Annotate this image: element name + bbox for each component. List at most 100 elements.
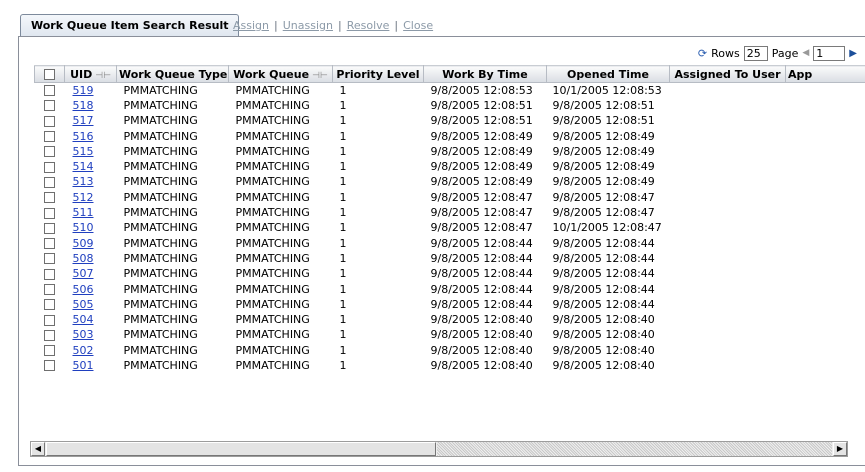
column-header-work-queue[interactable]: Work Queue ⊣⊢ [228, 65, 333, 83]
row-checkbox[interactable] [44, 131, 55, 143]
uid-link[interactable]: 505 [73, 298, 94, 311]
uid-link[interactable]: 513 [73, 175, 94, 188]
work-by-time-cell: 9/8/2005 12:08:44 [430, 297, 533, 311]
uid-link[interactable]: 511 [73, 206, 94, 219]
uid-link[interactable]: 504 [73, 313, 94, 326]
uid-cell: 510 [65, 220, 117, 235]
row-checkbox[interactable] [44, 253, 55, 265]
next-page-icon[interactable]: ▶ [849, 48, 857, 59]
uid-cell: 502 [65, 343, 117, 358]
app-cell [786, 266, 865, 281]
column-header-priority-level[interactable]: Priority Level [332, 65, 424, 83]
work-queue-type-cell: PMMATCHING [123, 206, 198, 220]
row-checkbox[interactable] [44, 161, 55, 173]
uid-link[interactable]: 518 [73, 99, 94, 112]
row-checkbox[interactable] [44, 299, 55, 311]
scroll-thumb[interactable] [46, 442, 436, 456]
resolve-link[interactable]: Resolve [347, 19, 390, 32]
column-header-work-by-time[interactable]: Work By Time [423, 65, 547, 83]
row-checkbox[interactable] [44, 115, 55, 127]
assigned-user-cell [670, 128, 786, 143]
app-cell [786, 83, 865, 98]
work-by-time-cell: 9/8/2005 12:08:53 [430, 83, 533, 97]
uid-link[interactable]: 509 [73, 237, 94, 250]
uid-link[interactable]: 519 [73, 84, 94, 97]
scroll-left-icon[interactable]: ◀ [31, 442, 45, 456]
uid-link[interactable]: 517 [73, 114, 94, 127]
uid-link[interactable]: 516 [73, 130, 94, 143]
work-queue-type-cell: PMMATCHING [123, 221, 198, 235]
uid-link[interactable]: 515 [73, 145, 94, 158]
row-checkbox[interactable] [44, 176, 55, 188]
row-checkbox[interactable] [44, 238, 55, 250]
opened-time-cell: 10/1/2005 12:08:47 [552, 221, 662, 235]
horizontal-scrollbar[interactable]: ◀ ▶ [30, 441, 848, 457]
work-by-time-cell: 9/8/2005 12:08:47 [430, 206, 533, 220]
row-select-cell [35, 128, 65, 143]
row-checkbox[interactable] [44, 192, 55, 204]
rows-label: Rows [711, 46, 740, 60]
work-queue-cell: PMMATCHING [235, 282, 310, 296]
uid-link[interactable]: 506 [73, 283, 94, 296]
uid-link[interactable]: 501 [73, 359, 94, 372]
column-header-work-queue-type[interactable]: Work Queue Type⊣⊢ [116, 65, 229, 83]
uid-cell: 503 [65, 327, 117, 342]
uid-link[interactable]: 514 [73, 160, 94, 173]
work-by-time-cell: 9/8/2005 12:08:40 [430, 343, 533, 357]
row-checkbox[interactable] [44, 360, 55, 372]
select-all-checkbox[interactable] [44, 69, 55, 80]
scroll-track[interactable] [437, 442, 832, 456]
opened-time-cell: 10/1/2005 12:08:53 [552, 83, 662, 97]
uid-link[interactable]: 502 [73, 344, 94, 357]
opened-time-cell: 9/8/2005 12:08:44 [552, 297, 655, 311]
page-input[interactable] [813, 45, 846, 61]
row-select-cell [35, 266, 65, 281]
row-checkbox[interactable] [44, 314, 55, 326]
table-row: 514 PMMATCHING PMMATCHING 1 9/8/2005 12:08:4… [35, 159, 865, 174]
work-queue-type-cell: PMMATCHING [123, 144, 198, 158]
refresh-icon[interactable]: ⟳ [698, 47, 707, 60]
row-checkbox[interactable] [44, 146, 55, 158]
priority-cell: 1 [339, 144, 347, 158]
page-label: Page [771, 46, 799, 60]
column-header-opened-time[interactable]: Opened Time [546, 65, 670, 83]
row-checkbox[interactable] [44, 85, 55, 97]
uid-link[interactable]: 512 [73, 191, 94, 204]
row-select-cell [35, 98, 65, 113]
app-cell [786, 113, 865, 128]
pin-icon[interactable]: ⊣⊢ [312, 71, 328, 81]
column-header-assigned-to-user[interactable]: Assigned To User [669, 65, 786, 83]
row-checkbox[interactable] [44, 222, 55, 234]
rows-input[interactable] [743, 45, 768, 61]
prev-page-icon[interactable]: ◀ [802, 48, 809, 58]
scroll-right-icon[interactable]: ▶ [833, 442, 847, 456]
row-checkbox[interactable] [44, 100, 55, 112]
priority-cell: 1 [339, 328, 347, 342]
row-checkbox[interactable] [44, 284, 55, 295]
priority-cell: 1 [339, 190, 347, 204]
pin-icon[interactable]: ⊣⊢ [95, 71, 111, 81]
assigned-user-cell [670, 113, 786, 128]
tab-search-result[interactable]: Work Queue Item Search Result [20, 14, 240, 39]
work-by-time-cell: 9/8/2005 12:08:49 [430, 129, 533, 143]
row-checkbox[interactable] [44, 268, 55, 280]
row-checkbox[interactable] [44, 207, 55, 219]
table-row: 510 PMMATCHING PMMATCHING 1 9/8/2005 12:08:4… [35, 220, 865, 235]
opened-time-cell: 9/8/2005 12:08:49 [552, 175, 655, 189]
uid-link[interactable]: 503 [73, 328, 94, 341]
column-header-uid[interactable]: UID ⊣⊢ [64, 65, 117, 83]
work-queue-cell: PMMATCHING [235, 144, 310, 158]
row-checkbox[interactable] [44, 329, 55, 341]
uid-link[interactable]: 507 [73, 267, 94, 280]
uid-link[interactable]: 510 [73, 221, 94, 234]
uid-link[interactable]: 508 [73, 252, 94, 265]
close-link[interactable]: Close [403, 19, 433, 32]
uid-cell: 506 [65, 281, 117, 296]
column-header-app[interactable]: App [785, 65, 865, 83]
select-all-header [34, 65, 65, 83]
unassign-link[interactable]: Unassign [283, 19, 333, 32]
row-checkbox[interactable] [44, 345, 55, 357]
opened-time-cell: 9/8/2005 12:08:47 [552, 190, 655, 204]
table-row: 509 PMMATCHING PMMATCHING 1 9/8/2005 12:08:4… [35, 235, 865, 250]
assign-link[interactable]: Assign [233, 19, 269, 32]
